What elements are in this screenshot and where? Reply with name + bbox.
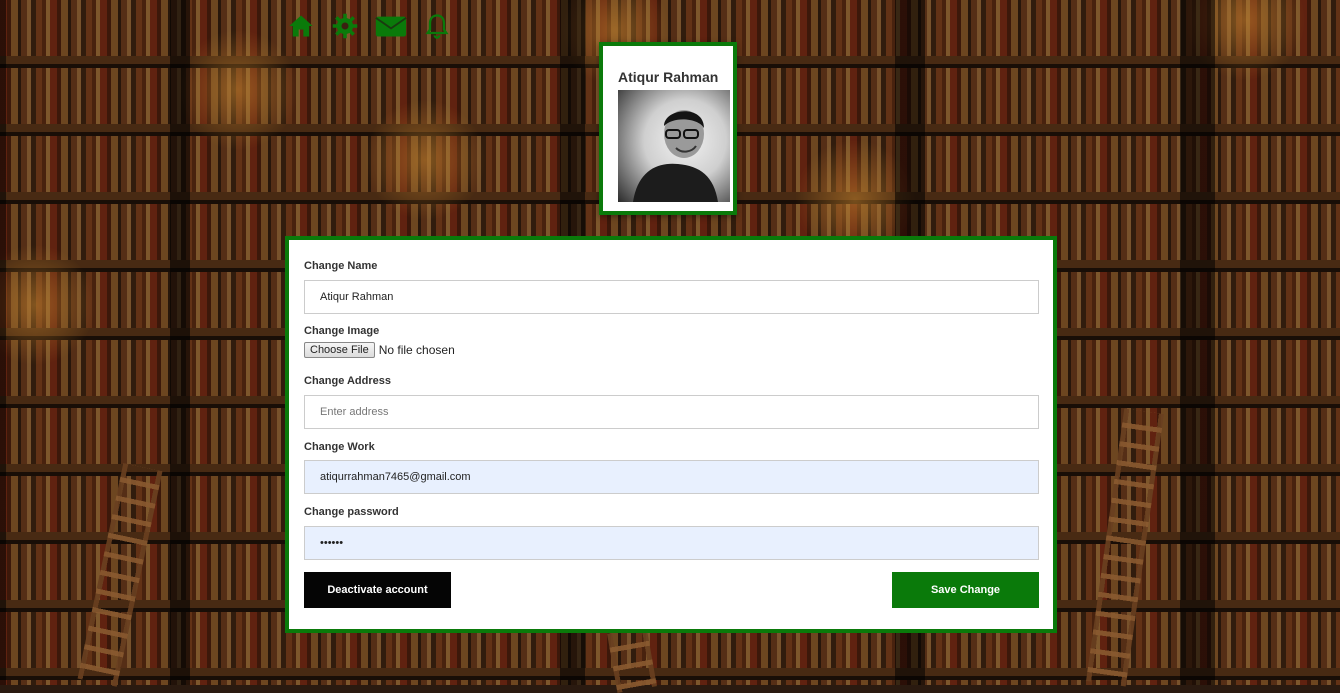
deactivate-account-button[interactable]: Deactivate account	[304, 572, 451, 608]
profile-card: Atiqur Rahman	[599, 42, 737, 215]
change-work-label: Change Work	[304, 441, 375, 453]
top-nav	[286, 11, 452, 41]
change-password-label: Change password	[304, 506, 399, 518]
address-input[interactable]	[304, 395, 1039, 429]
file-status-text: No file chosen	[378, 343, 455, 357]
change-name-label: Change Name	[304, 260, 378, 272]
home-icon[interactable]	[286, 11, 316, 41]
bell-icon[interactable]	[422, 11, 452, 41]
name-input[interactable]	[304, 280, 1039, 314]
profile-name: Atiqur Rahman	[618, 69, 719, 85]
choose-file-button[interactable]: Choose File	[304, 342, 375, 358]
change-address-label: Change Address	[304, 375, 392, 387]
save-change-button[interactable]: Save Change	[892, 572, 1039, 608]
edit-profile-form: Change Name Change Image Choose File No …	[285, 236, 1057, 633]
avatar	[618, 90, 730, 202]
password-input[interactable]	[304, 526, 1039, 560]
work-input[interactable]	[304, 460, 1039, 494]
image-file-input: Choose File No file chosen	[304, 342, 455, 358]
gear-icon[interactable]	[330, 11, 360, 41]
envelope-icon[interactable]	[374, 11, 408, 41]
change-image-label: Change Image	[304, 325, 380, 337]
